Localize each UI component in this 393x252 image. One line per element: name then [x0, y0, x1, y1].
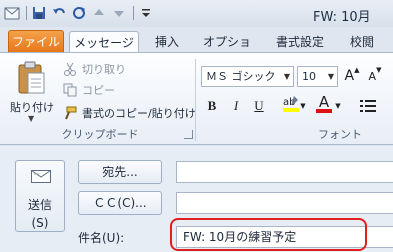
clipboard-dialog-launcher-icon[interactable] — [184, 130, 193, 139]
format-painter-button[interactable]: 書式のコピー/貼り付け — [62, 103, 196, 123]
scissors-icon — [62, 61, 78, 77]
format-painter-label: 書式のコピー/貼り付け — [82, 107, 196, 120]
cut-label: 切り取り — [82, 63, 126, 76]
subject-label: 件名(U): — [78, 231, 125, 245]
bullet-list-icon — [360, 100, 376, 112]
title-bar: FW: 10月 — [0, 0, 393, 27]
compose-header: 送信 (S) 宛先... ＣＣ(C)... 件名(U): FW: 10月の練習予… — [0, 146, 393, 252]
toolbar-separator — [26, 6, 27, 20]
shrink-font-icon: A — [368, 69, 377, 83]
font-name-select[interactable]: ＭＳ ゴシック ▼ — [201, 66, 294, 87]
chevron-down-icon[interactable]: ▼ — [299, 96, 307, 116]
paste-label: 貼り付け — [10, 101, 54, 114]
tab-message[interactable]: メッセージ — [69, 31, 139, 53]
chevron-down-icon: ▼ — [28, 114, 35, 123]
highlight-button[interactable]: ab — [282, 94, 300, 114]
to-button[interactable]: 宛先... — [78, 160, 162, 184]
undo-icon[interactable] — [51, 5, 67, 21]
save-icon[interactable] — [31, 5, 47, 21]
copy-button[interactable]: コピー — [62, 80, 115, 100]
bullet-list-button[interactable] — [358, 96, 378, 116]
tab-insert[interactable]: 挿入 — [150, 31, 184, 53]
highlighter-icon: ab — [283, 96, 299, 112]
clipboard-group-label: クリップボード — [61, 128, 139, 141]
copy-label: コピー — [82, 84, 115, 97]
chevron-down-icon: ▼ — [283, 72, 290, 81]
grow-font-button[interactable]: A ▲ — [342, 66, 362, 86]
tab-options[interactable]: オプション — [199, 31, 255, 71]
customize-toolbar-icon[interactable] — [138, 5, 154, 21]
cut-button[interactable]: 切り取り — [62, 59, 126, 79]
tab-file[interactable]: ファイル — [8, 30, 64, 53]
italic-button[interactable]: I — [226, 96, 246, 116]
redo-icon[interactable] — [71, 5, 87, 21]
underline-button[interactable]: U — [249, 96, 269, 116]
down-arrow-icon[interactable] — [111, 5, 127, 21]
chevron-down-icon: ▼ — [327, 72, 334, 81]
to-field[interactable] — [176, 161, 393, 183]
tab-review[interactable]: 校閲 — [345, 31, 379, 53]
send-label: 送信 — [27, 198, 52, 212]
font-size-select[interactable]: 10 ▼ — [297, 66, 338, 87]
font-color-button[interactable]: A — [314, 93, 334, 114]
cc-field[interactable] — [176, 192, 393, 214]
font-color-swatch — [316, 109, 332, 113]
font-group-label: フォント — [318, 128, 362, 141]
subject-highlight-box — [170, 218, 367, 251]
copy-icon — [62, 82, 78, 98]
chevron-down-icon[interactable]: ▼ — [334, 96, 342, 116]
ribbon-tabs: ファイル メッセージ 挿入 オプション 書式設定 校閲 — [0, 27, 393, 71]
group-divider — [195, 59, 196, 141]
cc-button[interactable]: ＣＣ(C)... — [78, 191, 162, 215]
outlook-app-icon[interactable] — [4, 5, 20, 21]
envelope-icon — [31, 170, 51, 183]
ribbon: 貼り付け ▼ 切り取り コピー 書式のコピー/貼り付け クリップボード ＭＳ ゴ… — [0, 52, 393, 145]
shrink-font-button[interactable]: A ▼ — [365, 66, 385, 86]
grow-font-icon: A — [344, 68, 355, 84]
font-name-value: ＭＳ ゴシック — [206, 70, 276, 83]
font-size-value: 10 — [302, 70, 316, 83]
quick-access-toolbar — [4, 4, 158, 22]
send-shortcut: (S) — [31, 216, 49, 230]
bold-button[interactable]: B — [202, 96, 222, 116]
clipboard-icon — [18, 61, 45, 94]
format-painter-icon — [62, 105, 78, 121]
tab-format-text[interactable]: 書式設定 — [267, 31, 333, 53]
toolbar-separator — [133, 6, 134, 20]
up-arrow-icon[interactable] — [91, 5, 107, 21]
window-title: FW: 10月 — [313, 10, 371, 25]
paste-button[interactable]: 貼り付け ▼ — [8, 59, 56, 123]
send-button[interactable]: 送信 (S) — [15, 160, 65, 232]
